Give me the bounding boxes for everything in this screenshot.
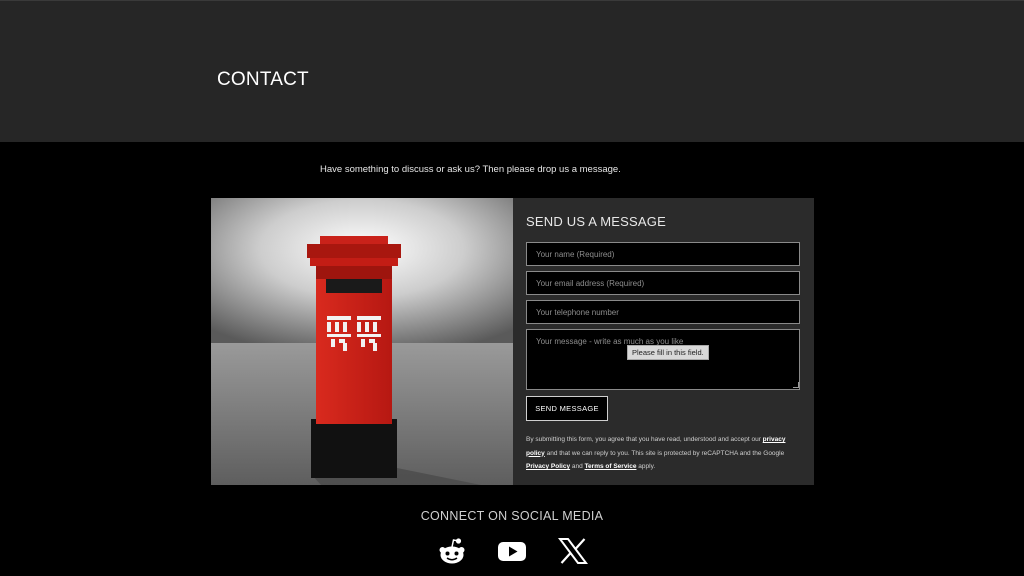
intro-text: Have something to discuss or ask us? The… (320, 164, 621, 175)
postbox-illustration (211, 198, 513, 485)
textarea-resize-handle[interactable] (793, 382, 799, 388)
legal-text-3: and (570, 463, 585, 470)
reddit-icon[interactable] (436, 535, 468, 567)
google-terms-link[interactable]: Terms of Service (585, 463, 637, 470)
email-field[interactable] (526, 271, 800, 295)
page-header: CONTACT (0, 0, 1024, 142)
youtube-icon[interactable] (496, 535, 528, 567)
legal-text-4: apply. (636, 463, 656, 470)
x-icon[interactable] (557, 535, 589, 567)
social-heading: CONNECT ON SOCIAL MEDIA (420, 509, 604, 523)
legal-notice: By submitting this form, you agree that … (526, 433, 802, 474)
phone-field[interactable] (526, 300, 800, 324)
validation-tooltip: Please fill in this field. (627, 345, 709, 360)
name-field[interactable] (526, 242, 800, 266)
page-title: CONTACT (217, 69, 309, 90)
contact-form: SEND US A MESSAGE Please fill in this fi… (526, 198, 814, 485)
legal-text-2: and that we can reply to you. This site … (544, 449, 785, 457)
form-heading: SEND US A MESSAGE (526, 214, 666, 229)
send-message-button[interactable]: SEND MESSAGE (526, 396, 608, 421)
contact-card: SEND US A MESSAGE Please fill in this fi… (211, 198, 814, 485)
legal-text-1: By submitting this form, you agree that … (526, 436, 763, 443)
google-privacy-policy-link[interactable]: Privacy Policy (526, 463, 570, 470)
